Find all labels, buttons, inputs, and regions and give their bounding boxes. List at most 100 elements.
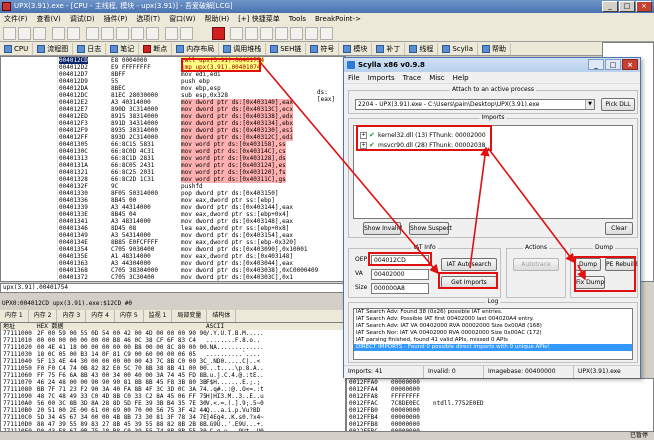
disassembly-row[interactable]: 00401368 C705 38304000 mov dword ptr ds:[0…: [1, 267, 345, 274]
toolbar-seh-chain[interactable]: SEH链: [266, 42, 307, 55]
disassembly-row[interactable]: 00401305 66:8C15 5831 mov word ptr ds:[0x4…: [1, 141, 345, 148]
disassembly-row[interactable]: 004012E2 A3 40314000 mov dword ptr ds:[0x4…: [1, 99, 345, 106]
trace-into-icon[interactable]: [116, 27, 129, 40]
disassembly-row[interactable]: 004012F9 8935 30314000 mov dword ptr ds:[0…: [1, 127, 345, 134]
disassembly-row[interactable]: 00401349 A3 54314000 mov dword ptr ds:[0x4…: [1, 232, 345, 239]
tab-memory-4[interactable]: 内存 4: [86, 310, 115, 322]
menu-misc[interactable]: Misc: [429, 72, 444, 83]
cpu-icon[interactable]: [305, 27, 318, 40]
heap-icon[interactable]: [245, 27, 258, 40]
menu-debug[interactable]: 调试(D): [70, 14, 95, 24]
clear-button[interactable]: Clear: [605, 222, 633, 235]
disassembly-row[interactable]: 004012D9 55 push ebp: [1, 78, 345, 85]
disassembly-row[interactable]: 0040132F 9C pushfd: [1, 183, 345, 190]
autotrace-button[interactable]: Autotrace: [513, 258, 559, 271]
disassembly-row[interactable]: 004012D7 8BFF mov edi,edi: [1, 71, 345, 78]
show-invalid-button[interactable]: Show Invalid: [363, 222, 402, 235]
menu-breakpoint[interactable]: BreakPoint->: [315, 15, 361, 23]
toolbar-cpu[interactable]: CPU: [0, 42, 34, 55]
windows-icon[interactable]: [275, 27, 288, 40]
disassembly-row[interactable]: 004012ED 8915 38314000 mov dword ptr ds:[0…: [1, 113, 345, 120]
dump-row[interactable]: 771110A0 56 00 3C 8B 3D 8A 28 8D 5D FE 39…: [1, 400, 345, 407]
va-input[interactable]: 00402000: [371, 269, 429, 280]
execute-till-return-icon[interactable]: [146, 27, 159, 40]
disassembly-row[interactable]: 0040134E 8B85 E0FCFFFF mov eax,dword ptr s…: [1, 239, 345, 246]
toolbar-threads[interactable]: 线程: [405, 42, 439, 55]
scylla-plugin-icon[interactable]: [212, 27, 225, 40]
disassembly-row[interactable]: 00401321 66:8C25 2031 mov word ptr ds:[0x4…: [1, 169, 345, 176]
dump-row[interactable]: 77111070 46 24 48 00 00 90 90 90 81 8B 8B…: [1, 379, 345, 386]
menu-file[interactable]: File: [348, 72, 360, 83]
menu-options[interactable]: 选项(T): [136, 14, 160, 24]
pause-icon[interactable]: [67, 27, 80, 40]
disassembly-row[interactable]: 00401354 C705 9030400 mov dword ptr ds:[0x…: [1, 246, 345, 253]
menu-help[interactable]: Help: [453, 72, 469, 83]
toolbar-patches[interactable]: 补丁: [372, 42, 406, 55]
disassembly-row[interactable]: 004012F3 891D 34314000 mov dword ptr ds:[0…: [1, 120, 345, 127]
dump-row[interactable]: 77111080 BB 7F 71 23 F2 90 3A 40 FA 8B 4F…: [1, 386, 345, 393]
dump-row[interactable]: 77111050 F0 F0 C4 74 0B 82 82 E0 5C 70 8B…: [1, 365, 345, 372]
tab-watch-1[interactable]: 监视 1: [144, 310, 173, 322]
threads-icon[interactable]: [260, 27, 273, 40]
maximize-icon[interactable]: □: [605, 59, 621, 70]
toolbar-help[interactable]: 帮助: [478, 42, 511, 55]
close-icon[interactable]: ×: [636, 1, 652, 12]
toolbar-flowchart[interactable]: 流程图: [33, 42, 74, 55]
disassembly-row[interactable]: 00401341 A3 48314000 mov dword ptr ds:[0x4…: [1, 218, 345, 225]
disassembly-row[interactable]: 00401363 A3 44304000 mov dword ptr ds:[0x4…: [1, 260, 345, 267]
minimize-icon[interactable]: _: [588, 59, 604, 70]
open-icon[interactable]: [3, 27, 16, 40]
toolbar-modules[interactable]: 模块: [339, 42, 373, 55]
log-icon[interactable]: [180, 27, 193, 40]
run-icon[interactable]: [52, 27, 65, 40]
dump-row[interactable]: 77111030 18 0C 05 00 B3 14 0F 81 C9 00 60…: [1, 351, 345, 358]
memory-icon[interactable]: [230, 27, 243, 40]
toolbar-call-stack[interactable]: 调用堆栈: [219, 42, 267, 55]
dump-row[interactable]: 77111020 00 4E 41 18 00 00 00 00 00 B8 00…: [1, 344, 345, 351]
toolbar-memory-map[interactable]: 内存布局: [172, 42, 220, 55]
tab-memory-5[interactable]: 内存 5: [115, 310, 144, 322]
maximize-icon[interactable]: □: [619, 1, 635, 12]
disassembly-row[interactable]: 0040130C 66:8C0D 4C31 mov word ptr ds:[0x4…: [1, 148, 345, 155]
disassembly-row[interactable]: 00401372 C705 3C30400 mov dword ptr ds:[0x…: [1, 274, 345, 281]
iat-autosearch-button[interactable]: IAT Autosearch: [441, 258, 497, 271]
memory-dump-pane[interactable]: 地址 HEX 数据 ASCII 77111000 2F 00 59 00 55 0…: [0, 322, 346, 432]
log-list[interactable]: IAT Search Adv: Found 38 (0x26) possible…: [353, 308, 633, 360]
minimize-icon[interactable]: _: [602, 1, 618, 12]
toolbar-breakpoints[interactable]: 断点: [139, 42, 173, 55]
disassembly-row[interactable]: 0040131A 66:8C05 2431 mov word ptr ds:[0x4…: [1, 162, 345, 169]
menu-help[interactable]: 帮助(H): [204, 14, 229, 24]
stack-row[interactable]: 0012FFAC 7C8DE0EC: [347, 400, 653, 407]
toolbar-log[interactable]: 日志: [73, 42, 107, 55]
dump-row[interactable]: 771110D0 88 47 39 55 89 83 27 8B 45 39 55…: [1, 421, 345, 428]
show-suspect-button[interactable]: Show Suspect: [409, 222, 452, 235]
dump-row[interactable]: 77111060 FF 75 F6 6A 8B 43 00 34 00 40 00…: [1, 372, 345, 379]
stack-row[interactable]: 0012FFB8 00000000: [347, 421, 653, 428]
disassembly-row[interactable]: 0040137C A1 00304000 mov eax,dword ptr ds:…: [1, 281, 345, 282]
log-entry[interactable]: IAT Search Adv: Possible IAT first 00402…: [354, 316, 632, 323]
tab-memory-1[interactable]: 内存 1: [0, 310, 29, 322]
disassembly-row[interactable]: 00401336 8B45 00 mov eax,dword ptr ss:[ebp…: [1, 197, 345, 204]
stack-row[interactable]: 0012FFB4 00000000: [347, 414, 653, 421]
menu-trace[interactable]: Trace: [403, 72, 422, 83]
menu-file[interactable]: 文件(F): [4, 14, 28, 24]
stack-pane[interactable]: 0012FFA0 00000000 0012FFA4 00000000 0012FFA8…: [346, 378, 654, 432]
menu-shortcut[interactable]: [+] 快捷菜单: [238, 14, 280, 24]
dump-row[interactable]: 771110B0 20 51 00 2E 00 61 00 69 00 70 00…: [1, 407, 345, 414]
dump-row[interactable]: 77111010 00 00 00 00 00 00 00 B8 46 0C 38…: [1, 337, 345, 344]
size-input[interactable]: 000000A8: [371, 283, 429, 294]
dump-row[interactable]: 77111000 2F 00 59 00 55 0D 54 00 42 00 4D…: [1, 330, 345, 337]
disassembly-row[interactable]: 0040133E 8B45 04 mov eax,dword ptr ss:[ebp…: [1, 211, 345, 218]
tab-memory-2[interactable]: 内存 2: [29, 310, 58, 322]
stack-row[interactable]: 0012FFB0 00000000: [347, 407, 653, 414]
restart-icon[interactable]: [18, 27, 31, 40]
disassembly-row[interactable]: 004012DA 8BEC mov ebp,esp: [1, 85, 345, 92]
dump-row[interactable]: 77111090 48 7C 48 49 33 C0 4D 8B C0 33 C2…: [1, 393, 345, 400]
close-file-icon[interactable]: [33, 27, 46, 40]
disassembly-row[interactable]: 004012E7 890D 3C314000 mov dword ptr ds:[0…: [1, 106, 345, 113]
tab-struct[interactable]: 结构体: [207, 310, 237, 322]
toolbar-scylla[interactable]: Scylla: [438, 42, 478, 55]
menu-view[interactable]: 查看(V): [37, 14, 61, 24]
close-icon[interactable]: ×: [622, 59, 638, 70]
tab-memory-3[interactable]: 内存 3: [57, 310, 87, 322]
